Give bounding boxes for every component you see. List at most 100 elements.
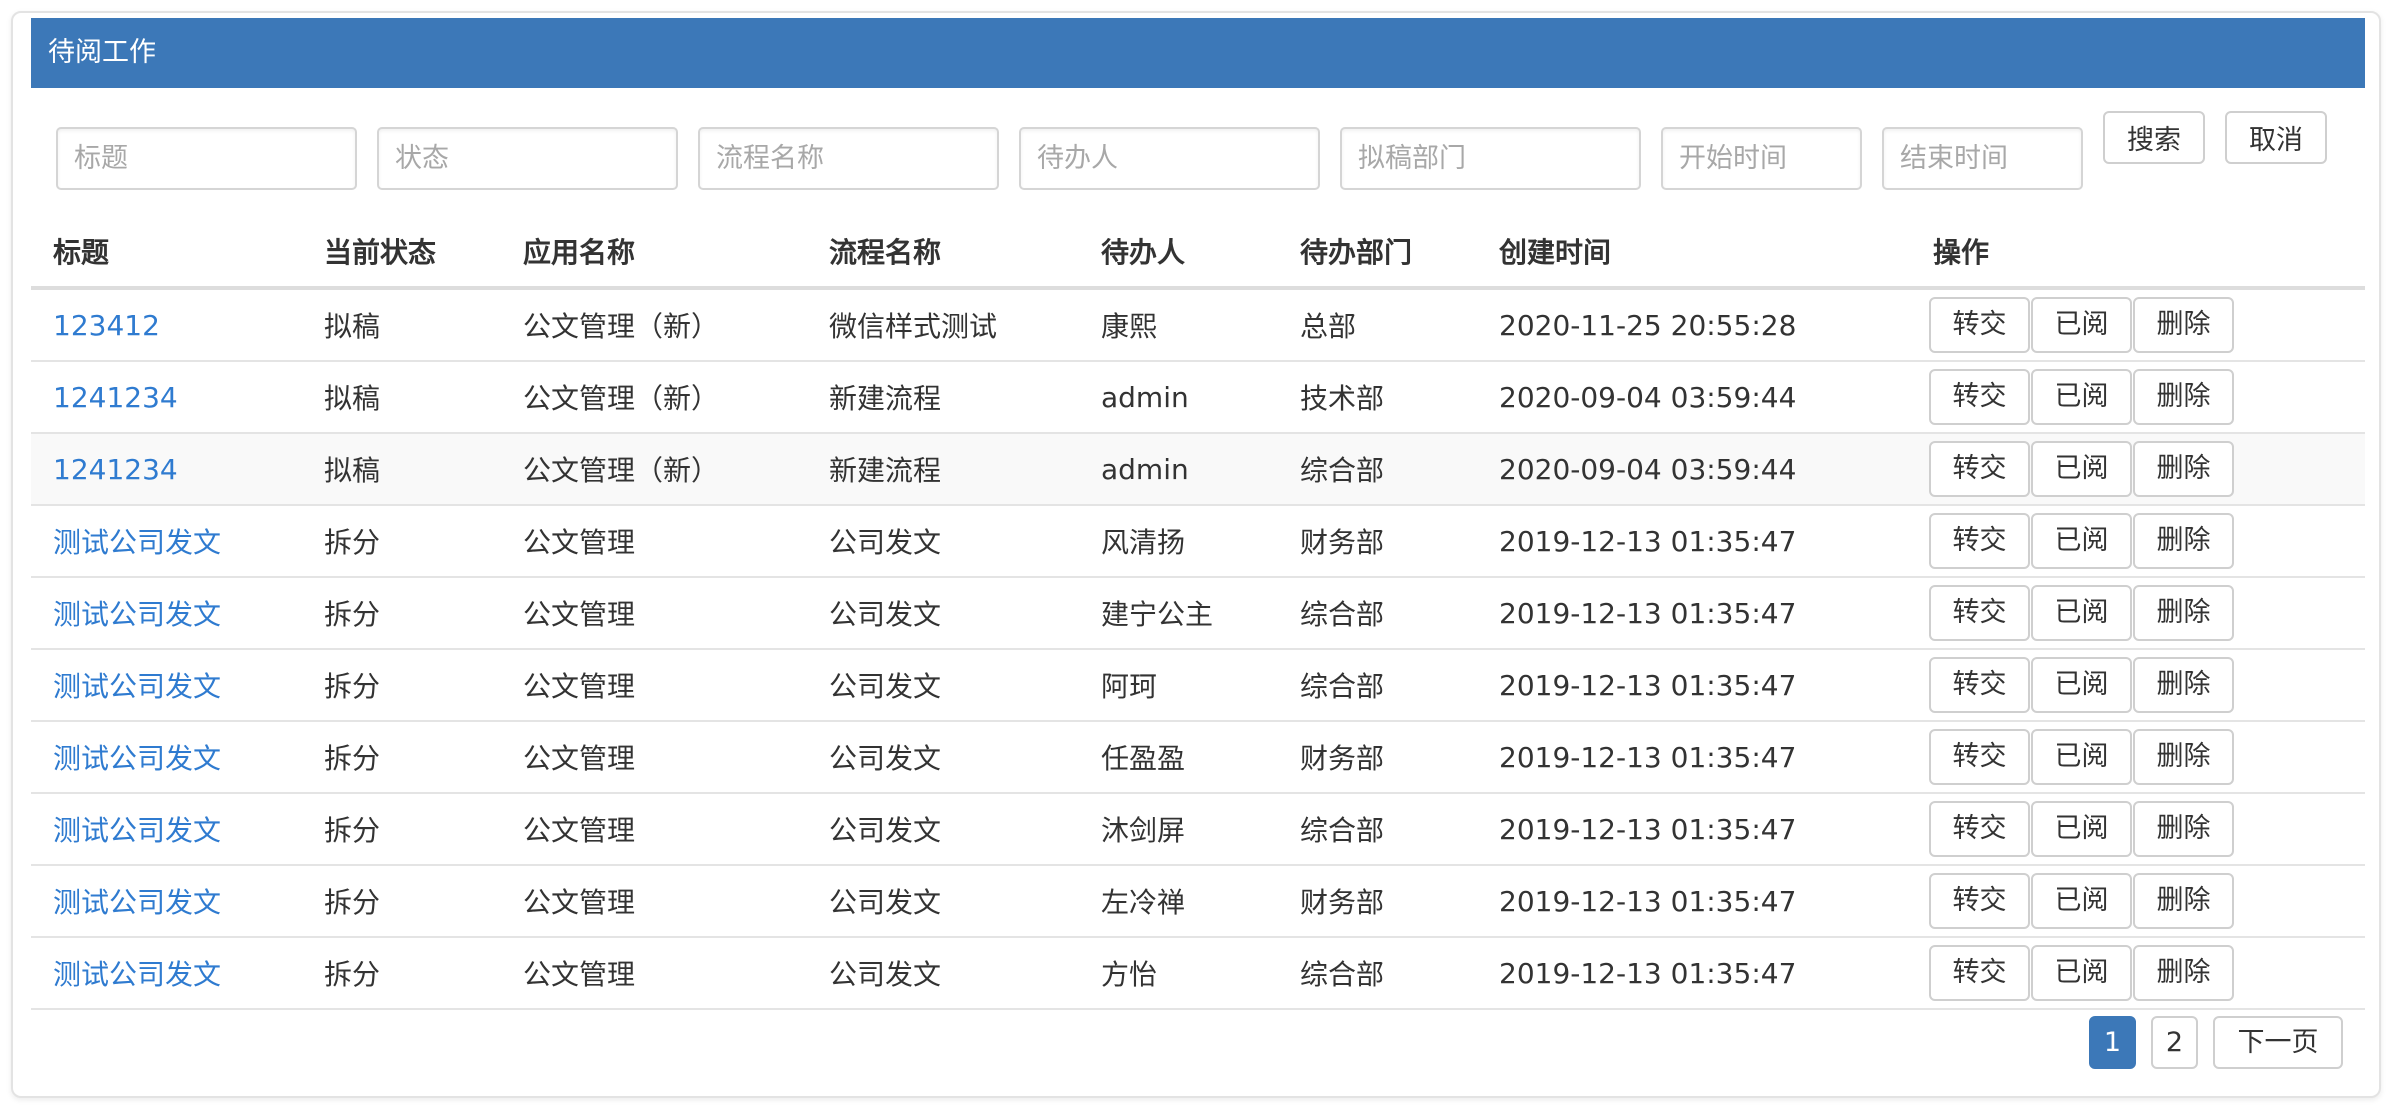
transfer-button[interactable]: 转交 xyxy=(1929,297,2030,353)
assignee-filter-input[interactable] xyxy=(1019,127,1320,190)
delete-button[interactable]: 删除 xyxy=(2133,657,2234,713)
delete-button[interactable]: 删除 xyxy=(2133,801,2234,857)
transfer-button[interactable]: 转交 xyxy=(1929,513,2030,569)
mark-read-button[interactable]: 已阅 xyxy=(2031,369,2132,425)
mark-read-button[interactable]: 已阅 xyxy=(2031,801,2132,857)
delete-button[interactable]: 删除 xyxy=(2133,441,2234,497)
row-title-cell: 测试公司发文 xyxy=(31,649,302,722)
draft-dept-filter-input[interactable] xyxy=(1340,127,1641,190)
transfer-button[interactable]: 转交 xyxy=(1929,873,2030,929)
row-actions: 转交 已阅 删除 xyxy=(1911,577,2365,650)
mark-read-button[interactable]: 已阅 xyxy=(2031,873,2132,929)
pending-read-table: 标题 当前状态 应用名称 流程名称 待办人 待办部门 创建时间 操作 12341… xyxy=(31,216,2365,1010)
row-title-link[interactable]: 测试公司发文 xyxy=(53,670,221,703)
next-page-button[interactable]: 下一页 xyxy=(2213,1016,2343,1069)
row-actions: 转交 已阅 删除 xyxy=(1911,288,2365,362)
row-app-name: 公文管理 xyxy=(501,937,807,1010)
delete-button[interactable]: 删除 xyxy=(2133,297,2234,353)
column-header-assignee: 待办人 xyxy=(1079,216,1278,290)
mark-read-button[interactable]: 已阅 xyxy=(2031,297,2132,353)
table-row: 测试公司发文 拆分 公文管理 公司发文 任盈盈 财务部 2019-12-13 0… xyxy=(31,721,2365,794)
row-title-link[interactable]: 1241234 xyxy=(53,453,178,486)
row-title-link[interactable]: 测试公司发文 xyxy=(53,958,221,991)
column-header-status: 当前状态 xyxy=(302,216,501,290)
row-title-cell: 测试公司发文 xyxy=(31,577,302,650)
row-title-link[interactable]: 测试公司发文 xyxy=(53,598,221,631)
cancel-button[interactable]: 取消 xyxy=(2225,111,2327,164)
row-status: 拆分 xyxy=(302,793,501,866)
row-created-time: 2019-12-13 01:35:47 xyxy=(1477,577,1911,650)
delete-button[interactable]: 删除 xyxy=(2133,513,2234,569)
row-assignee: admin xyxy=(1079,361,1278,434)
row-title-link[interactable]: 测试公司发文 xyxy=(53,742,221,775)
mark-read-button[interactable]: 已阅 xyxy=(2031,729,2132,785)
row-status: 拟稿 xyxy=(302,361,501,434)
row-flow-name: 公司发文 xyxy=(807,649,1079,722)
row-status: 拆分 xyxy=(302,865,501,938)
transfer-button[interactable]: 转交 xyxy=(1929,441,2030,497)
transfer-button[interactable]: 转交 xyxy=(1929,801,2030,857)
start-time-filter-input[interactable] xyxy=(1661,127,1862,190)
row-dept: 综合部 xyxy=(1278,649,1477,722)
row-title-cell: 1241234 xyxy=(31,361,302,434)
row-title-link[interactable]: 测试公司发文 xyxy=(53,886,221,919)
panel-title: 待阅工作 xyxy=(31,18,2365,88)
row-status: 拆分 xyxy=(302,505,501,578)
delete-button[interactable]: 删除 xyxy=(2133,369,2234,425)
status-filter-input[interactable] xyxy=(377,127,678,190)
row-title-link[interactable]: 1241234 xyxy=(53,381,178,414)
row-actions: 转交 已阅 删除 xyxy=(1911,433,2365,506)
row-flow-name: 公司发文 xyxy=(807,937,1079,1010)
table-row: 测试公司发文 拆分 公文管理 公司发文 方怡 综合部 2019-12-13 01… xyxy=(31,937,2365,1010)
transfer-button[interactable]: 转交 xyxy=(1929,945,2030,1001)
transfer-button[interactable]: 转交 xyxy=(1929,585,2030,641)
flow-name-filter-input[interactable] xyxy=(698,127,999,190)
row-app-name: 公文管理（新） xyxy=(501,361,807,434)
page-1-button[interactable]: 1 xyxy=(2089,1016,2136,1069)
row-flow-name: 公司发文 xyxy=(807,793,1079,866)
transfer-button[interactable]: 转交 xyxy=(1929,369,2030,425)
page-2-button[interactable]: 2 xyxy=(2151,1016,2198,1069)
row-title-cell: 测试公司发文 xyxy=(31,721,302,794)
search-button[interactable]: 搜索 xyxy=(2103,111,2205,164)
row-assignee: 方怡 xyxy=(1079,937,1278,1010)
delete-button[interactable]: 删除 xyxy=(2133,585,2234,641)
row-title-cell: 测试公司发文 xyxy=(31,793,302,866)
column-header-dept: 待办部门 xyxy=(1278,216,1477,290)
row-status: 拟稿 xyxy=(302,433,501,506)
table-row: 123412 拟稿 公文管理（新） 微信样式测试 康熙 总部 2020-11-2… xyxy=(31,288,2365,362)
row-dept: 技术部 xyxy=(1278,361,1477,434)
row-dept: 财务部 xyxy=(1278,865,1477,938)
row-created-time: 2019-12-13 01:35:47 xyxy=(1477,937,1911,1010)
transfer-button[interactable]: 转交 xyxy=(1929,729,2030,785)
column-header-created: 创建时间 xyxy=(1477,216,1911,290)
row-flow-name: 新建流程 xyxy=(807,433,1079,506)
table-header-row: 标题 当前状态 应用名称 流程名称 待办人 待办部门 创建时间 操作 xyxy=(31,216,2365,290)
mark-read-button[interactable]: 已阅 xyxy=(2031,657,2132,713)
row-dept: 总部 xyxy=(1278,288,1477,362)
title-filter-input[interactable] xyxy=(56,127,357,190)
transfer-button[interactable]: 转交 xyxy=(1929,657,2030,713)
end-time-filter-input[interactable] xyxy=(1882,127,2083,190)
mark-read-button[interactable]: 已阅 xyxy=(2031,441,2132,497)
mark-read-button[interactable]: 已阅 xyxy=(2031,585,2132,641)
mark-read-button[interactable]: 已阅 xyxy=(2031,513,2132,569)
table-row: 1241234 拟稿 公文管理（新） 新建流程 admin 技术部 2020-0… xyxy=(31,361,2365,434)
row-title-cell: 测试公司发文 xyxy=(31,937,302,1010)
delete-button[interactable]: 删除 xyxy=(2133,729,2234,785)
row-created-time: 2019-12-13 01:35:47 xyxy=(1477,649,1911,722)
row-title-link[interactable]: 123412 xyxy=(53,309,160,342)
row-status: 拆分 xyxy=(302,649,501,722)
table-row: 测试公司发文 拆分 公文管理 公司发文 阿珂 综合部 2019-12-13 01… xyxy=(31,649,2365,722)
row-title-link[interactable]: 测试公司发文 xyxy=(53,814,221,847)
row-created-time: 2019-12-13 01:35:47 xyxy=(1477,505,1911,578)
mark-read-button[interactable]: 已阅 xyxy=(2031,945,2132,1001)
row-created-time: 2020-09-04 03:59:44 xyxy=(1477,433,1911,506)
row-assignee: admin xyxy=(1079,433,1278,506)
delete-button[interactable]: 删除 xyxy=(2133,945,2234,1001)
row-title-link[interactable]: 测试公司发文 xyxy=(53,526,221,559)
row-created-time: 2020-11-25 20:55:28 xyxy=(1477,288,1911,362)
row-flow-name: 公司发文 xyxy=(807,505,1079,578)
row-assignee: 阿珂 xyxy=(1079,649,1278,722)
delete-button[interactable]: 删除 xyxy=(2133,873,2234,929)
